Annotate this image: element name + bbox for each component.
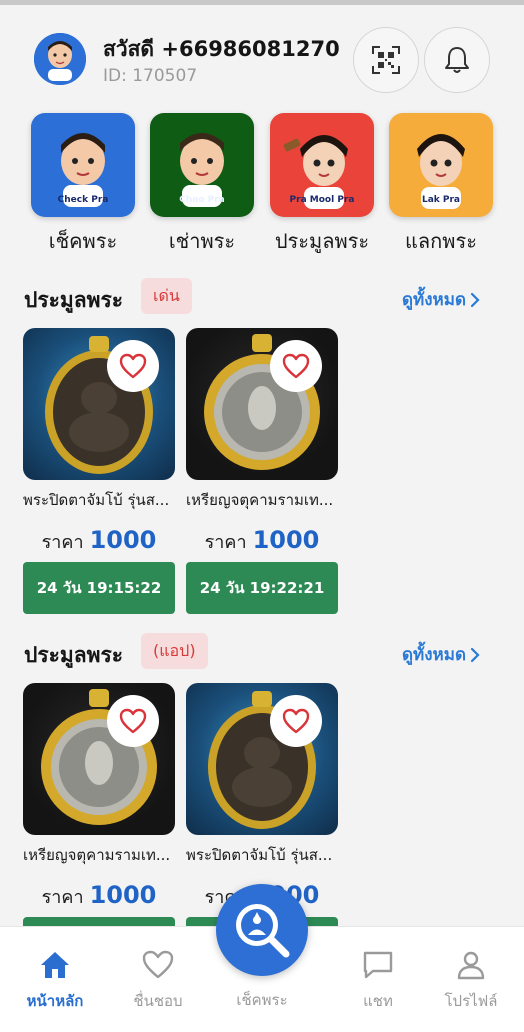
item-price: ราคา1000 <box>23 881 175 911</box>
favorite-button[interactable] <box>270 695 322 747</box>
bell-icon <box>445 47 469 73</box>
pra-mool-pra-tile[interactable]: Pra Mool Pra <box>270 113 374 217</box>
auction-card[interactable]: เหรียญจตุคามรามเท... ราคา 1000 24 วัน 19:… <box>186 328 338 614</box>
section-badge: (แอป) <box>141 633 208 669</box>
heart-outline-icon <box>142 950 174 979</box>
tile-label: Chao Pra <box>179 195 225 205</box>
notifications-button[interactable] <box>424 27 490 93</box>
item-price: ราคา1000 <box>186 526 338 556</box>
avatar[interactable] <box>34 33 86 85</box>
qr-code-icon <box>372 46 400 74</box>
countdown-button[interactable]: 24 วัน 19:22:21 <box>186 562 338 614</box>
magnifier-buddha-icon <box>236 904 290 958</box>
category-rent[interactable]: Chao Pra เช่าพระ <box>150 113 254 257</box>
see-all-label: ดูทั้งหมด <box>402 645 466 665</box>
category-grid: Check Pra เช็คพระ Chao Pra เช่าพระ Pra M… <box>0 113 524 253</box>
section-title: ประมูลพระ <box>24 643 124 667</box>
price-label: ราคา <box>41 532 84 553</box>
price-value: 1000 <box>252 526 320 554</box>
category-label: ประมูลพระ <box>274 229 370 253</box>
item-title: เหรียญจตุคามรามเท... <box>23 846 171 864</box>
check-pra-tile[interactable]: Check Pra <box>31 113 135 217</box>
auction-card[interactable]: พระปิดตาจัมโบ้ รุ่นส... ราคา 1000 24 วัน … <box>23 328 175 614</box>
nav-favorites[interactable]: ชื่นชอบ <box>108 949 208 1013</box>
user-id: ID: 170507 <box>103 66 198 86</box>
tile-label: Check Pra <box>57 195 109 205</box>
category-auction[interactable]: Pra Mool Pra ประมูลพระ <box>270 113 374 257</box>
nav-label: หน้าหลัก <box>26 992 84 1010</box>
qr-scan-button[interactable] <box>353 27 419 93</box>
header: สวัสดี +66986081270 ID: 170507 <box>0 5 524 105</box>
item-title: เหรียญจตุคามรามเท... <box>186 491 334 509</box>
nav-label: โปรไฟล์ <box>444 992 498 1010</box>
favorite-button[interactable] <box>107 340 159 392</box>
price-label: ราคา <box>41 887 84 908</box>
category-check[interactable]: Check Pra เช็คพระ <box>31 113 135 257</box>
heart-icon <box>282 708 310 734</box>
tile-label: Pra Mool Pra <box>289 195 355 205</box>
heart-icon <box>119 708 147 734</box>
price-label: ราคา <box>204 532 247 553</box>
item-title: พระปิดตาจัมโบ้ รุ่นส... <box>23 491 170 509</box>
chat-icon <box>363 951 393 979</box>
section-header-featured: ประมูลพระ เด่น ดูทั้งหมด <box>24 278 484 318</box>
heart-icon <box>119 353 147 379</box>
tile-label: Lak Pra <box>421 195 461 205</box>
amulet-image[interactable] <box>186 683 338 835</box>
section-title: ประมูลพระ <box>24 288 124 312</box>
price-value: 1000 <box>89 881 157 909</box>
see-all-link[interactable]: ดูทั้งหมด <box>402 641 480 668</box>
category-exchange[interactable]: Lak Pra แลกพระ <box>389 113 493 257</box>
category-label: เช็คพระ <box>48 229 118 253</box>
heart-icon <box>282 353 310 379</box>
nav-home[interactable]: หน้าหลัก <box>5 949 105 1013</box>
lak-pra-tile[interactable]: Lak Pra <box>389 113 493 217</box>
avatar-cartoon-icon <box>34 33 86 85</box>
person-icon <box>457 951 485 980</box>
amulet-image[interactable] <box>186 328 338 480</box>
greeting-text: สวัสดี +66986081270 <box>103 37 340 61</box>
chao-pra-tile[interactable]: Chao Pra <box>150 113 254 217</box>
price-value: 1000 <box>89 526 157 554</box>
fab-label: เช็คพระ <box>236 991 288 1009</box>
category-label: เช่าพระ <box>168 229 236 253</box>
home-icon <box>41 952 69 978</box>
see-all-label: ดูทั้งหมด <box>402 290 466 310</box>
nav-chat[interactable]: แชท <box>328 949 428 1013</box>
item-price: ราคา1000 <box>23 526 175 556</box>
item-title: พระปิดตาจัมโบ้ รุ่นส... <box>186 846 333 864</box>
countdown-button[interactable]: 24 วัน 19:15:22 <box>23 562 175 614</box>
chevron-right-icon <box>470 292 480 307</box>
category-label: แลกพระ <box>405 229 477 253</box>
section-header-app: ประมูลพระ (แอป) ดูทั้งหมด <box>24 633 484 673</box>
section-badge: เด่น <box>141 278 192 314</box>
nav-label: แชท <box>363 992 393 1010</box>
amulet-image[interactable] <box>23 328 175 480</box>
favorite-button[interactable] <box>270 340 322 392</box>
favorite-button[interactable] <box>107 695 159 747</box>
amulet-image[interactable] <box>23 683 175 835</box>
nav-profile[interactable]: โปรไฟล์ <box>421 949 521 1013</box>
see-all-link[interactable]: ดูทั้งหมด <box>402 286 480 313</box>
check-amulet-fab[interactable] <box>216 884 308 976</box>
chevron-right-icon <box>470 647 480 662</box>
nav-label: ชื่นชอบ <box>133 992 183 1010</box>
